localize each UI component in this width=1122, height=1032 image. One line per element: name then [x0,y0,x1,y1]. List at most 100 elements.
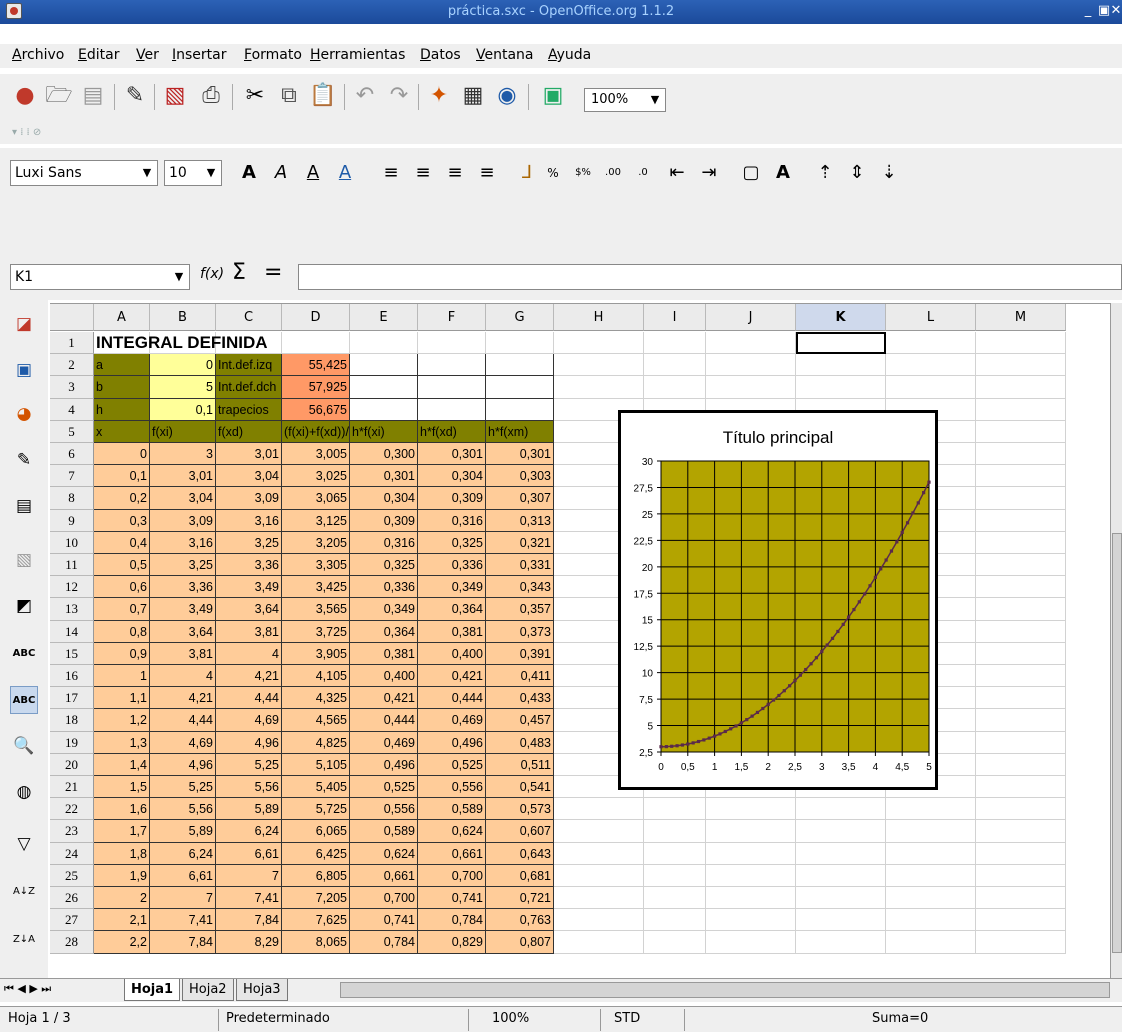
cell-e18[interactable]: 0,444 [350,709,418,732]
cell-c25[interactable]: 7 [216,864,282,887]
remove-decimal-icon[interactable]: .0 [630,158,656,188]
row-header[interactable]: 13 [50,598,94,621]
cell-f12[interactable]: 0,349 [418,576,486,599]
cell-e24[interactable]: 0,624 [350,842,418,865]
sheet-title[interactable]: INTEGRAL DEFINIDA [94,332,268,355]
cell-h22[interactable] [554,798,644,821]
cell-f5[interactable]: h*f(xd) [418,420,486,443]
cell-g16[interactable]: 0,411 [486,665,554,688]
selection-mode[interactable]: STD [614,1011,640,1026]
cell-d26[interactable]: 7,205 [282,887,350,910]
cell-e19[interactable]: 0,469 [350,731,418,754]
cell-d27[interactable]: 7,625 [282,909,350,932]
cell-g14[interactable]: 0,373 [486,620,554,643]
row-header[interactable]: 12 [50,576,94,599]
row-header[interactable]: 3 [50,376,94,399]
cell-e28[interactable]: 0,784 [350,931,418,954]
cell-e5[interactable]: h*f(xi) [350,420,418,443]
cell-g21[interactable]: 0,541 [486,776,554,799]
cell-m21[interactable] [976,776,1066,799]
cell-m5[interactable] [976,420,1066,443]
font-name-combo[interactable]: Luxi Sans ▼ [10,160,158,186]
chart-object[interactable]: Título principal 0 0,5 1 1,5 2 2,5 3 3,5 4 4,5 5 2,5… [618,410,938,790]
copy-icon[interactable]: ⧉ [274,80,304,112]
cell-m23[interactable] [976,820,1066,843]
row-header[interactable]: 28 [50,931,94,954]
cell-k23[interactable] [796,820,886,843]
cell-e25[interactable]: 0,661 [350,864,418,887]
cell-d22[interactable]: 5,725 [282,798,350,821]
cell-a3[interactable]: b [94,376,150,399]
cell-a4[interactable]: h [94,398,150,421]
cell-f2[interactable] [418,354,486,377]
menu-ayuda[interactable]: Ayuda [548,47,591,63]
cell-a15[interactable]: 0,9 [94,642,150,665]
cell-d6[interactable]: 3,005 [282,443,350,466]
cell-e27[interactable]: 0,741 [350,909,418,932]
cell-i23[interactable] [644,820,706,843]
cell-k28[interactable] [796,931,886,954]
cell-f7[interactable]: 0,304 [418,465,486,488]
cell-h28[interactable] [554,931,644,954]
cell-f10[interactable]: 0,325 [418,531,486,554]
cell-a8[interactable]: 0,2 [94,487,150,510]
cell-l27[interactable] [886,909,976,932]
column-header-l[interactable]: L [886,304,976,331]
selected-cell-k1[interactable] [796,332,886,355]
form-functions-icon[interactable]: ▤ [10,492,38,520]
cell-c23[interactable]: 6,24 [216,820,282,843]
cell-g19[interactable]: 0,483 [486,731,554,754]
cell-d20[interactable]: 5,105 [282,753,350,776]
row-header[interactable]: 6 [50,443,94,466]
edit-autoformat-icon[interactable]: ▧ [10,546,38,574]
cell-c21[interactable]: 5,56 [216,776,282,799]
cell-i1[interactable] [644,332,706,355]
cell-g13[interactable]: 0,357 [486,598,554,621]
insert-cell-icon[interactable]: ▣ [10,356,38,384]
align-top-icon[interactable]: ⇡ [812,158,838,188]
cell-l22[interactable] [886,798,976,821]
cell-i27[interactable] [644,909,706,932]
cell-j27[interactable] [706,909,796,932]
cell-a16[interactable]: 1 [94,665,150,688]
align-middle-icon[interactable]: ⇕ [844,158,870,188]
cell-c18[interactable]: 4,69 [216,709,282,732]
cell-l2[interactable] [886,354,976,377]
cell-m12[interactable] [976,576,1066,599]
cell-a26[interactable]: 2 [94,887,150,910]
cell-e22[interactable]: 0,556 [350,798,418,821]
cell-i25[interactable] [644,864,706,887]
cell-j24[interactable] [706,842,796,865]
chart-icon[interactable]: ▣ [538,80,568,112]
row-header[interactable]: 11 [50,554,94,577]
menu-herramientas[interactable]: Herramientas [310,47,405,63]
cell-e6[interactable]: 0,300 [350,443,418,466]
cell-l1[interactable] [886,332,976,355]
cell-b28[interactable]: 7,84 [150,931,216,954]
underline-icon[interactable]: A [300,158,326,188]
row-header[interactable]: 22 [50,798,94,821]
cell-b4[interactable]: 0,1 [150,398,216,421]
cell-g26[interactable]: 0,721 [486,887,554,910]
row-header[interactable]: 27 [50,909,94,932]
cell-e2[interactable] [350,354,418,377]
cell-g17[interactable]: 0,433 [486,687,554,710]
cell-c26[interactable]: 7,41 [216,887,282,910]
cell-e7[interactable]: 0,301 [350,465,418,488]
add-decimal-icon[interactable]: .00 [600,158,626,188]
cell-m7[interactable] [976,465,1066,488]
cell-b24[interactable]: 6,24 [150,842,216,865]
row-header[interactable]: 8 [50,487,94,510]
column-header-b[interactable]: B [150,304,216,331]
formula-input[interactable] [298,264,1122,290]
cell-m2[interactable] [976,354,1066,377]
cell-g10[interactable]: 0,321 [486,531,554,554]
cell-b6[interactable]: 3 [150,443,216,466]
align-center-icon[interactable]: ≡ [410,158,436,188]
cell-g1[interactable] [486,332,554,355]
cell-f27[interactable]: 0,784 [418,909,486,932]
cell-m22[interactable] [976,798,1066,821]
cell-i3[interactable] [644,376,706,399]
cell-c5[interactable]: f(xd) [216,420,282,443]
cell-f28[interactable]: 0,829 [418,931,486,954]
